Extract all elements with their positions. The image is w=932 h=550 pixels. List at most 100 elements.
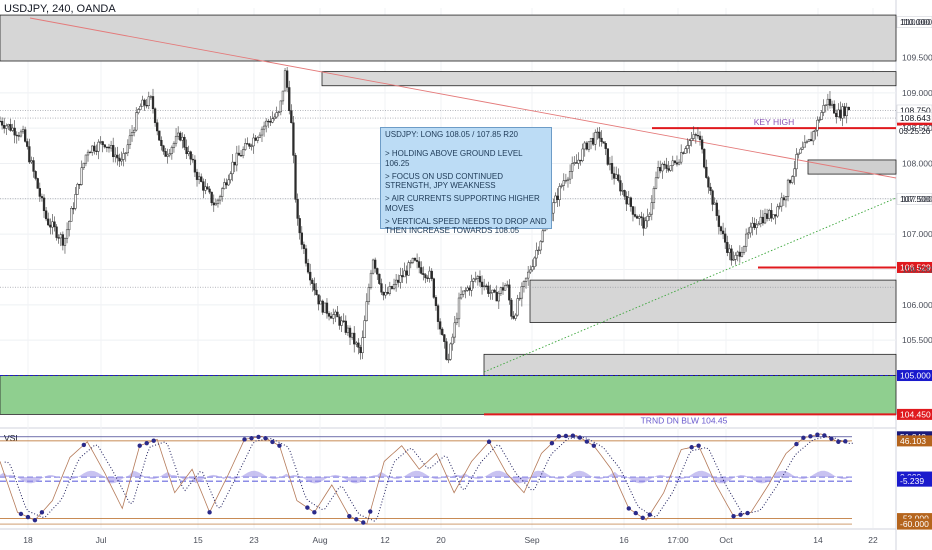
candle-body: [451, 336, 454, 345]
candle-body: [214, 203, 218, 206]
candle-body: [751, 222, 754, 228]
candle-body: [682, 152, 685, 154]
candle-body: [824, 104, 827, 106]
candle-body: [784, 196, 788, 201]
candle-body: [237, 152, 241, 156]
candle-body: [531, 266, 534, 271]
candle-body: [24, 129, 27, 142]
candle-body: [380, 283, 383, 293]
candle-body: [273, 116, 276, 119]
candle-body: [453, 322, 456, 338]
candle-body: [206, 186, 209, 190]
candle-body: [290, 110, 293, 124]
note-line: USDJPY: LONG 108.05 / 107.85 R20: [385, 130, 518, 139]
candle-body: [610, 163, 614, 174]
candle-body: [40, 196, 44, 199]
candle-body: [359, 347, 362, 354]
candle-body: [139, 105, 142, 110]
candle-body: [717, 215, 721, 227]
vsi-extreme-dot: [633, 510, 638, 516]
candle-body: [233, 161, 236, 166]
vsi-extreme-dot: [81, 442, 87, 448]
candle-body: [782, 197, 786, 201]
candle-body: [646, 216, 649, 222]
candle-body: [51, 221, 54, 228]
candle-body: [256, 137, 259, 141]
candle-body: [384, 291, 387, 296]
vsi-extreme-dot: [270, 439, 275, 445]
candle-body: [9, 124, 12, 131]
candle-body: [755, 224, 758, 229]
candle-body: [183, 136, 186, 148]
candle-body: [172, 142, 176, 148]
candle-body: [164, 151, 167, 157]
vsi-extreme-dot: [486, 439, 492, 444]
candle-body: [19, 131, 23, 137]
vsi-extreme-dot: [570, 433, 576, 438]
candle-body: [428, 270, 431, 279]
candle-body: [786, 179, 790, 197]
candle-body: [181, 136, 184, 141]
candle-body: [63, 237, 67, 246]
candle-body: [344, 320, 347, 333]
candle-body: [72, 208, 75, 210]
candle-body: [801, 146, 804, 150]
candle-body: [241, 149, 245, 156]
candle-body: [302, 244, 306, 249]
candle-body: [447, 358, 450, 361]
price-tick-label: 108.000: [902, 158, 932, 168]
candle-body: [510, 299, 513, 317]
key-high-label: KEY HIGH: [754, 117, 794, 127]
candle-body: [837, 109, 840, 118]
trade-note-box[interactable]: USDJPY: LONG 108.05 / 107.85 R20 > HOLDI…: [380, 127, 552, 235]
price-level-tag-text: 108.643: [900, 113, 931, 123]
candle-body: [336, 311, 339, 318]
candle-body: [556, 195, 559, 200]
candle-body: [491, 289, 494, 293]
candle-body: [770, 210, 773, 219]
vsi-extreme-dot: [584, 439, 590, 444]
candle-body: [229, 173, 232, 181]
candle-body: [260, 128, 264, 136]
candle-body: [189, 151, 192, 160]
candle-body: [591, 137, 595, 145]
candle-body: [533, 257, 536, 268]
candle-body: [466, 287, 469, 291]
candle-body: [820, 112, 823, 120]
candle-body: [763, 213, 767, 224]
candle-body: [397, 279, 400, 283]
candle-body: [684, 148, 687, 154]
candle-body: [177, 132, 180, 137]
candle-body: [306, 262, 310, 273]
candle-body: [231, 161, 234, 175]
candle-body: [76, 183, 79, 195]
candle-body: [809, 139, 813, 142]
candle-body: [579, 159, 582, 162]
candle-body: [334, 311, 337, 315]
candle-body: [17, 135, 21, 137]
time-tick-label: 16: [619, 535, 629, 545]
candle-body: [833, 103, 836, 114]
chart-canvas[interactable]: 110.000108.750108.643108.500107.500106.5…: [0, 0, 932, 550]
candle-body: [376, 268, 379, 275]
candle-body: [353, 332, 356, 345]
time-tick-label: 23: [249, 535, 259, 545]
candle-body: [508, 284, 511, 301]
candle-body: [518, 297, 521, 300]
candle-body: [321, 300, 324, 313]
candle-body: [636, 216, 639, 219]
candle-body: [235, 152, 238, 166]
candle-body: [424, 274, 427, 279]
candle-body: [422, 273, 425, 275]
vsi-extreme-dot: [361, 520, 366, 525]
candle-body: [640, 216, 643, 218]
candle-body: [65, 229, 69, 239]
candle-body: [114, 154, 117, 158]
candle-body: [841, 106, 844, 119]
candle-body: [28, 146, 31, 163]
vsi-level-tag-text: -5.239: [900, 476, 924, 486]
candle-body: [153, 108, 157, 123]
candle-body: [250, 145, 253, 147]
candle-body: [573, 162, 576, 164]
candle-body: [692, 134, 695, 139]
